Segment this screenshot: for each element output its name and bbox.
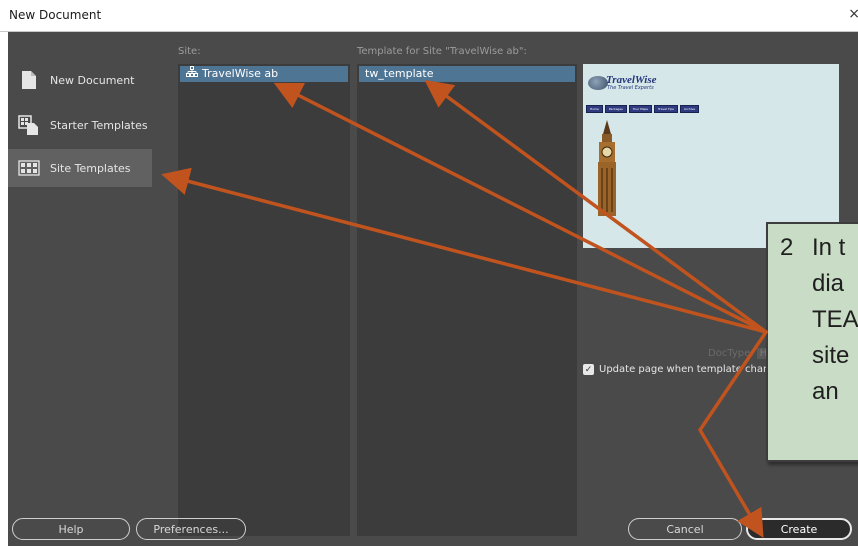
preview-menu-item: Home (586, 105, 603, 113)
category-nav: New Document Starter Templates Site Temp… (8, 32, 152, 502)
site-list-item[interactable]: TravelWise ab (180, 66, 348, 82)
preview-menu-item: Archive (679, 105, 700, 113)
site-icon (186, 66, 198, 82)
preview-menu: Home Packages Tour Maps Travel Tips Arch… (586, 105, 700, 113)
callout-text-line: TEA (812, 306, 858, 333)
preview-menu-item: Travel Tips (654, 105, 678, 113)
callout-text-line: an (812, 378, 839, 405)
nav-item-label: Starter Templates (50, 118, 148, 132)
starter-templates-icon (18, 114, 40, 136)
create-button[interactable]: Create (746, 518, 852, 540)
preferences-button[interactable]: Preferences... (136, 518, 246, 540)
nav-item-starter-templates[interactable]: Starter Templates (8, 106, 152, 144)
site-list: TravelWise ab (178, 64, 350, 536)
callout-text-line: site (812, 342, 850, 369)
title-bar: New Document × (0, 0, 858, 32)
nav-item-label: New Document (50, 73, 135, 87)
new-document-dialog: New Document Starter Templates Site Temp… (8, 32, 858, 546)
step-number: 2 (780, 234, 794, 261)
preview-tagline: The Travel Experts (607, 85, 654, 91)
site-templates-icon (18, 157, 40, 179)
help-button[interactable]: Help (12, 518, 130, 540)
callout-text-line: dia (812, 270, 845, 297)
cancel-button[interactable]: Cancel (628, 518, 742, 540)
site-column-label: Site: (178, 46, 201, 57)
update-page-option[interactable]: ✓ Update page when template chan (583, 364, 769, 375)
window-title: New Document (9, 8, 102, 22)
callout-text-line: In t (812, 234, 846, 261)
site-name: TravelWise ab (202, 67, 279, 80)
preview-menu-item: Tour Maps (628, 105, 652, 113)
nav-item-new-document[interactable]: New Document (8, 61, 152, 99)
nav-item-site-templates[interactable]: Site Templates (8, 149, 152, 187)
document-icon (18, 69, 40, 91)
template-list: tw_template (357, 64, 577, 536)
template-list-item[interactable]: tw_template (359, 66, 575, 82)
template-preview: TravelWise The Travel Experts Home Packa… (583, 64, 839, 248)
close-icon[interactable]: × (848, 6, 858, 22)
update-page-checkbox[interactable]: ✓ (583, 364, 594, 375)
instruction-callout: 2 In t dia TEA site an (766, 222, 858, 462)
preview-logo-icon (588, 76, 608, 90)
preview-menu-item: Packages (604, 105, 627, 113)
nav-item-label: Site Templates (50, 161, 131, 175)
doctype-label: DocType: (708, 348, 754, 359)
update-page-label: Update page when template chan (599, 364, 770, 375)
template-name: tw_template (365, 67, 434, 80)
template-column-label: Template for Site "TravelWise ab": (357, 46, 527, 57)
big-ben-image (598, 120, 616, 216)
